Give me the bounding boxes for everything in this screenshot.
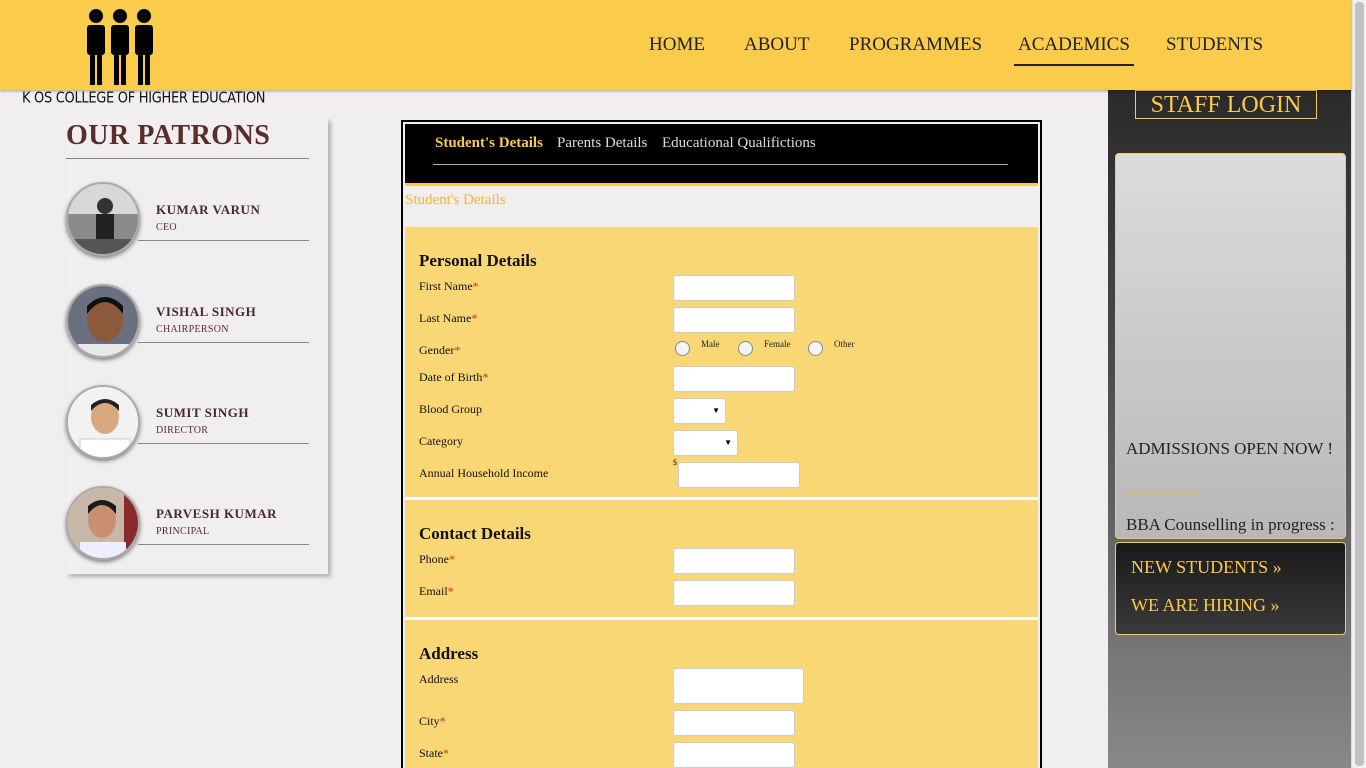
avatar xyxy=(66,182,140,256)
tab-parents-details[interactable]: Parents Details xyxy=(557,135,647,152)
income-label: Annual Household Income xyxy=(419,466,549,480)
divider xyxy=(433,164,1008,165)
gender-option-label: Other xyxy=(834,339,855,349)
we-are-hiring-link[interactable]: WE ARE HIRING » xyxy=(1131,595,1279,616)
city-label: City* xyxy=(419,714,446,728)
scrollbar-thumb[interactable] xyxy=(1355,2,1364,766)
chevron-down-icon: ▼ xyxy=(712,406,720,415)
section-title: Contact Details xyxy=(419,524,531,543)
divider xyxy=(138,544,309,545)
section-heading-link[interactable]: Student's Details xyxy=(405,192,506,209)
patron-name: PARVESH KUMAR xyxy=(156,506,277,521)
phone-input[interactable] xyxy=(673,548,795,574)
state-input[interactable] xyxy=(673,742,795,768)
patron-card: SUMIT SINGH DIRECTOR xyxy=(66,385,326,465)
nav-programmes[interactable]: PROGRAMMES xyxy=(849,34,982,66)
patron-role: CEO xyxy=(156,222,177,233)
form-tabs: Student's Details Parents Details Educat… xyxy=(405,124,1038,186)
patron-card: PARVESH KUMAR PRINCIPAL xyxy=(66,486,326,566)
site-header: HOME ABOUT PROGRAMMES ACADEMICS STUDENTS xyxy=(0,0,1351,90)
chevron-down-icon: ▼ xyxy=(724,438,732,447)
divider xyxy=(138,240,309,241)
last-name-input[interactable] xyxy=(673,307,795,333)
email-input[interactable] xyxy=(673,580,795,606)
people-group-icon[interactable] xyxy=(86,8,154,86)
gender-female-radio[interactable] xyxy=(738,341,753,356)
email-label: Email* xyxy=(419,584,454,598)
right-sidebar: STAFF LOGIN ADMISSIONS OPEN NOW ! BBA Co… xyxy=(1108,90,1351,768)
divider xyxy=(1126,493,1198,494)
divider xyxy=(66,158,309,159)
address-section: Address Address City* State* xyxy=(405,620,1038,768)
avatar xyxy=(66,284,140,358)
first-name-label: First Name* xyxy=(419,279,479,293)
blood-group-label: Blood Group xyxy=(419,402,482,416)
contact-details-section: Contact Details Phone* Email* xyxy=(405,500,1038,617)
tab-students-details[interactable]: Student's Details xyxy=(435,135,543,152)
currency-symbol: $ xyxy=(673,458,677,467)
category-select[interactable]: ▼ xyxy=(673,430,738,456)
avatar xyxy=(66,385,140,459)
dob-label: Date of Birth* xyxy=(419,370,489,384)
address-textarea[interactable] xyxy=(673,668,804,704)
news-item: ADMISSIONS OPEN NOW ! xyxy=(1126,439,1334,458)
staff-login-button[interactable]: STAFF LOGIN xyxy=(1135,90,1317,119)
state-label: State* xyxy=(419,746,449,760)
category-label: Category xyxy=(419,434,463,448)
avatar xyxy=(66,486,140,560)
nav-students[interactable]: STUDENTS xyxy=(1166,34,1263,66)
news-item: BBA Counselling in progress : xyxy=(1126,515,1335,534)
first-name-input[interactable] xyxy=(673,275,795,301)
gender-other-radio[interactable] xyxy=(808,341,823,356)
address-label: Address xyxy=(419,672,459,686)
patron-name: KUMAR VARUN xyxy=(156,202,261,217)
college-name: K OS COLLEGE OF HIGHER EDUCATION xyxy=(22,90,266,108)
divider xyxy=(138,342,309,343)
gender-option-label: Male xyxy=(701,339,720,349)
quick-links: NEW STUDENTS » WE ARE HIRING » xyxy=(1115,542,1346,635)
phone-label: Phone* xyxy=(419,552,455,566)
section-title: Personal Details xyxy=(419,251,537,270)
gender-label: Gender* xyxy=(419,343,461,357)
income-input[interactable] xyxy=(678,462,800,488)
patron-role: CHAIRPERSON xyxy=(156,324,229,335)
patrons-title: OUR PATRONS xyxy=(66,120,271,151)
gender-option-label: Female xyxy=(764,339,791,349)
last-name-label: Last Name* xyxy=(419,311,478,325)
dob-input[interactable] xyxy=(673,366,795,392)
nav-about[interactable]: ABOUT xyxy=(744,34,809,66)
divider xyxy=(138,443,309,444)
patron-name: VISHAL SINGH xyxy=(156,304,257,319)
patron-name: SUMIT SINGH xyxy=(156,405,250,420)
city-input[interactable] xyxy=(673,710,795,736)
page-scrollbar[interactable] xyxy=(1351,0,1366,768)
patron-role: PRINCIPAL xyxy=(156,526,210,537)
nav-academics[interactable]: ACADEMICS xyxy=(1014,34,1134,66)
new-students-link[interactable]: NEW STUDENTS » xyxy=(1131,557,1282,578)
personal-details-section: Personal Details First Name* Last Name* … xyxy=(405,227,1038,497)
tab-educational-qualifications[interactable]: Educational Qualifictions xyxy=(662,135,816,152)
patron-role: DIRECTOR xyxy=(156,425,209,436)
patron-card: VISHAL SINGH CHAIRPERSON xyxy=(66,284,326,364)
blood-group-select[interactable]: ▼ xyxy=(673,398,726,424)
admission-form: Student's Details Parents Details Educat… xyxy=(401,120,1042,768)
patron-card: KUMAR VARUN CEO xyxy=(66,182,326,262)
patrons-panel: OUR PATRONS KUMAR VARUN CEO VISHAL SINGH… xyxy=(66,118,328,574)
nav-home[interactable]: HOME xyxy=(649,34,705,66)
news-ticker: ADMISSIONS OPEN NOW ! BBA Counselling in… xyxy=(1115,153,1346,539)
section-title: Address xyxy=(419,644,479,663)
gender-male-radio[interactable] xyxy=(675,341,690,356)
